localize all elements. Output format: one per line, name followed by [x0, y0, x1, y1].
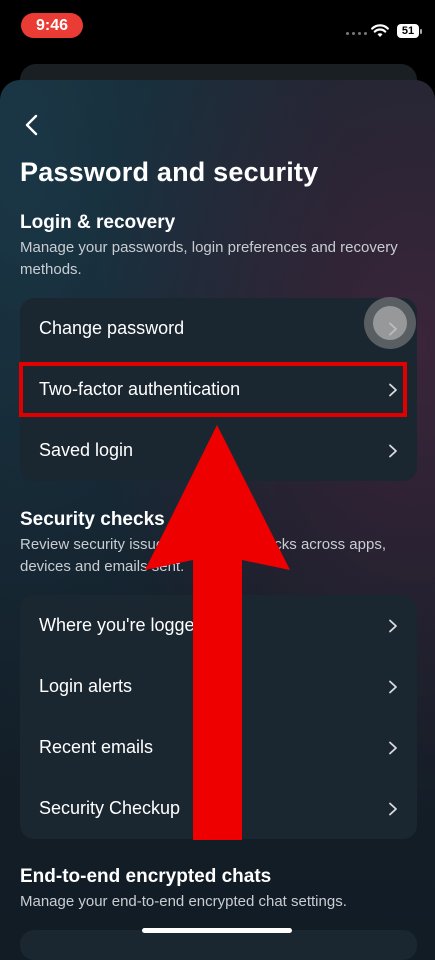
home-indicator — [142, 928, 292, 933]
annotation-arrow-icon — [145, 425, 290, 840]
